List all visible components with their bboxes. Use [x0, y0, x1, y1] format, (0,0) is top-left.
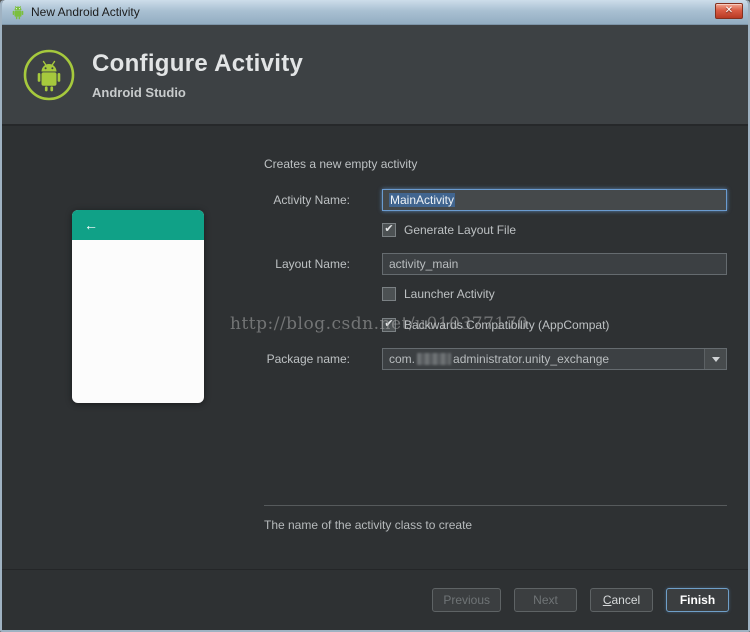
- new-android-activity-dialog: New Android Activity ✕ Configure Activit…: [0, 0, 750, 632]
- cancel-label-rest: ancel: [611, 593, 641, 607]
- wizard-content: ← Creates a new empty activity Activity …: [2, 126, 748, 569]
- package-name-prefix: com.: [389, 352, 416, 366]
- close-button[interactable]: ✕: [715, 3, 743, 19]
- layout-name-value: activity_main: [389, 257, 459, 271]
- wizard-header: Configure Activity Android Studio: [2, 25, 748, 126]
- package-name-label: Package name:: [266, 352, 350, 366]
- layout-name-row: Layout Name: activity_main: [264, 253, 727, 275]
- wizard-title: Configure Activity: [92, 49, 304, 77]
- preview-appbar: ←: [72, 210, 204, 240]
- checkmark-icon: ✔: [384, 317, 394, 330]
- android-app-icon: [10, 4, 26, 20]
- activity-name-row: Activity Name: MainActivity: [264, 189, 727, 211]
- chevron-down-icon: [711, 356, 720, 362]
- hint-separator: [264, 505, 727, 506]
- next-button[interactable]: Next: [514, 588, 577, 612]
- form-description: Creates a new empty activity: [264, 157, 418, 171]
- window-title: New Android Activity: [31, 5, 140, 19]
- android-studio-logo-icon: [22, 48, 76, 102]
- field-hint-text: The name of the activity class to create: [264, 518, 473, 532]
- wizard-button-bar: Previous Next Cancel Finish: [2, 569, 748, 630]
- checkmark-icon: ✔: [384, 222, 394, 235]
- layout-name-input[interactable]: activity_main: [382, 253, 727, 275]
- launcher-activity-label[interactable]: Launcher Activity: [404, 287, 495, 301]
- redacted-text-segment: [417, 353, 452, 365]
- activity-preview-thumbnail: ←: [72, 210, 204, 403]
- cancel-button[interactable]: Cancel: [590, 588, 653, 612]
- generate-layout-row: ✔ Generate Layout File: [264, 222, 727, 237]
- activity-name-input[interactable]: MainActivity: [382, 189, 727, 211]
- package-name-combobox[interactable]: com. administrator.unity_exchange: [382, 348, 727, 370]
- activity-name-label: Activity Name:: [273, 193, 350, 207]
- activity-name-value: MainActivity: [389, 193, 456, 207]
- dropdown-arrow-button[interactable]: [704, 349, 726, 369]
- previous-button[interactable]: Previous: [432, 588, 501, 612]
- launcher-activity-row: Launcher Activity: [264, 286, 727, 301]
- back-arrow-icon: ←: [84, 217, 98, 233]
- package-name-row: Package name: com. administrator.unity_ex…: [264, 348, 727, 370]
- layout-name-label: Layout Name:: [275, 257, 350, 271]
- generate-layout-label[interactable]: Generate Layout File: [404, 223, 516, 237]
- package-name-suffix: administrator.unity_exchange: [453, 352, 610, 366]
- generate-layout-checkbox[interactable]: ✔: [382, 222, 396, 237]
- wizard-subtitle: Android Studio: [92, 84, 186, 100]
- finish-button[interactable]: Finish: [666, 588, 729, 612]
- titlebar[interactable]: New Android Activity ✕: [2, 0, 748, 25]
- close-icon: ✕: [724, 5, 734, 16]
- launcher-activity-checkbox[interactable]: [382, 286, 396, 301]
- configure-activity-form: Creates a new empty activity Activity Na…: [264, 157, 727, 532]
- backwards-compat-label[interactable]: Backwards Compatibility (AppCompat): [404, 318, 609, 332]
- backwards-compat-row: ✔ Backwards Compatibility (AppCompat): [264, 317, 727, 332]
- backwards-compat-checkbox[interactable]: ✔: [382, 317, 396, 332]
